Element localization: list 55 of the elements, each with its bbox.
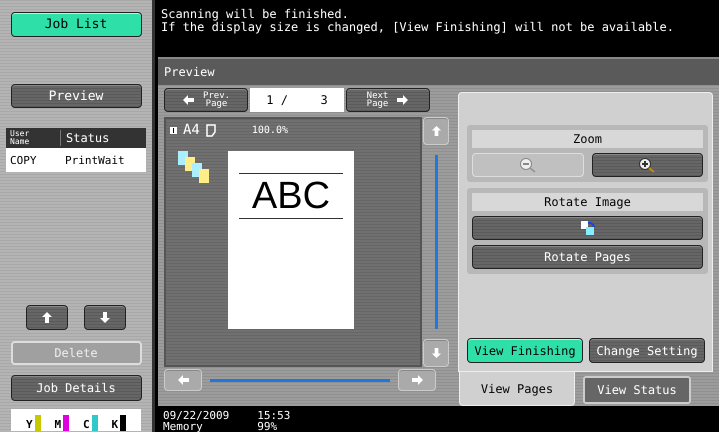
- page-number-icon: [170, 126, 177, 134]
- scroll-left-button[interactable]: [164, 369, 202, 391]
- paper-size: A4: [183, 122, 200, 138]
- message-text: Scanning will be finished.: [161, 8, 350, 21]
- memory-value: 99%: [257, 421, 278, 432]
- table-cell-text: COPY: [9, 154, 38, 166]
- scroll-up-button[interactable]: [26, 305, 68, 330]
- panel-title: Preview: [164, 65, 215, 79]
- view-tab[interactable]: View Pages: [459, 372, 575, 406]
- up-arrow-icon: [430, 125, 442, 137]
- zoom-in-icon: [638, 157, 656, 173]
- prev-page-button[interactable]: Prev. Page: [164, 88, 248, 112]
- rotate-icon: [580, 220, 596, 236]
- collated-pages-icon: [178, 151, 209, 183]
- rotate-image-button[interactable]: [472, 216, 703, 240]
- rotate-pages-button[interactable]: Rotate Pages: [472, 245, 703, 269]
- left-arrow-icon: [182, 94, 195, 106]
- right-arrow-icon: [410, 374, 424, 386]
- job-list-button[interactable]: Job List: [10, 12, 142, 37]
- toner-label: K: [111, 418, 118, 431]
- job-details-button[interactable]: Job Details: [10, 375, 142, 401]
- document-text: ABC: [252, 174, 330, 218]
- up-arrow-icon: [41, 311, 53, 324]
- table-cell-text: PrintWait: [64, 154, 125, 166]
- zoom-in-button[interactable]: [592, 153, 703, 177]
- zoom-out-icon: [518, 157, 537, 173]
- action-button[interactable]: Change Setting: [589, 338, 705, 363]
- view-tab[interactable]: View Status: [583, 376, 691, 404]
- next-page-button[interactable]: Next Page: [346, 88, 430, 112]
- portrait-page-icon: [206, 124, 216, 136]
- zoom-out-button[interactable]: [472, 153, 584, 177]
- memory-label: Memory: [163, 421, 204, 432]
- time-text: 15:53: [257, 410, 290, 421]
- vertical-scrollbar[interactable]: [434, 155, 438, 329]
- scroll-right-button[interactable]: [398, 369, 436, 391]
- zoom-percentage: 100.0%: [252, 124, 288, 136]
- column-header: User Name: [6, 130, 61, 146]
- group-label: Rotate Image: [472, 193, 703, 211]
- down-arrow-icon: [99, 311, 111, 324]
- toner-label: M: [54, 418, 62, 431]
- toner-label: Y: [26, 418, 33, 431]
- down-arrow-icon: [430, 347, 442, 359]
- message-text: If the display size is changed, [View Finishing] will not be available.: [161, 21, 675, 34]
- group-label: Zoom: [472, 130, 703, 148]
- date-text: 09/22/2009: [163, 410, 230, 421]
- toner-label: C: [82, 418, 90, 431]
- left-arrow-icon: [176, 374, 190, 386]
- preview-button[interactable]: Preview: [10, 84, 142, 108]
- column-header: Status: [65, 131, 110, 145]
- right-arrow-icon: [396, 94, 410, 106]
- action-button[interactable]: View Finishing: [467, 338, 583, 363]
- scroll-down-button[interactable]: [84, 305, 126, 330]
- horizontal-scrollbar[interactable]: [210, 378, 390, 382]
- page-counter: 1 / 3: [250, 88, 344, 112]
- job-row[interactable]: COPY PrintWait: [6, 148, 146, 172]
